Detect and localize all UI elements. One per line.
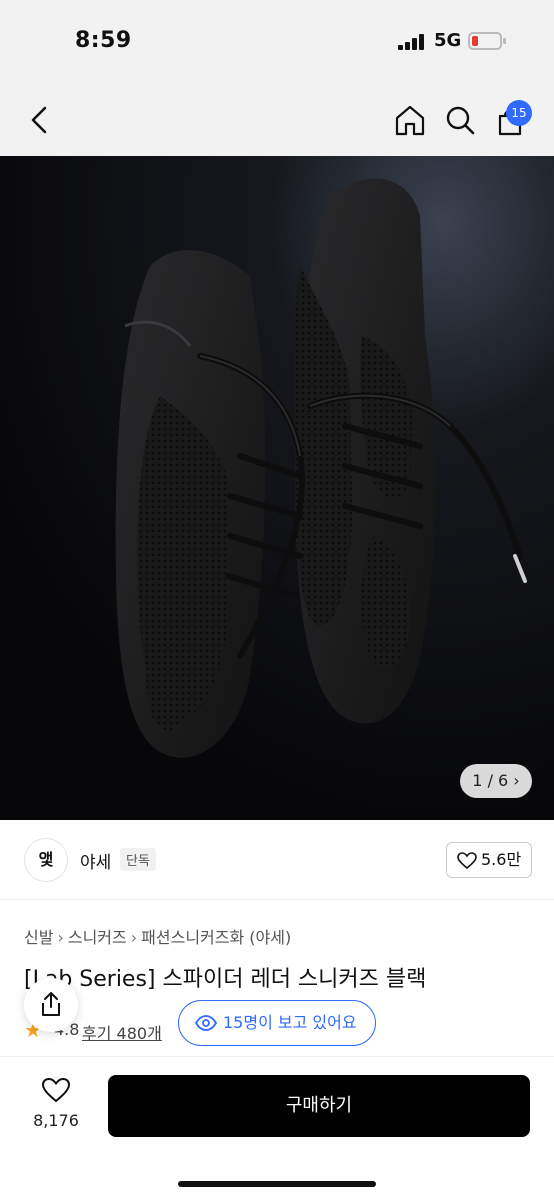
seller-row: 앷 야세 단독 5.6만 bbox=[0, 820, 554, 900]
breadcrumb-item[interactable]: 스니커즈 bbox=[68, 928, 127, 947]
reviews-link[interactable]: 후기 480개 bbox=[82, 1020, 162, 1044]
share-button[interactable] bbox=[24, 978, 78, 1032]
buy-button[interactable]: 구매하기 bbox=[108, 1075, 530, 1137]
chevron-right-icon: › bbox=[57, 928, 64, 947]
home-icon bbox=[395, 105, 425, 136]
eye-icon bbox=[195, 1015, 217, 1031]
heart-icon bbox=[41, 1077, 71, 1103]
image-counter[interactable]: 1 / 6 › bbox=[460, 764, 532, 798]
signal-icon bbox=[398, 34, 428, 50]
nav-bar bbox=[0, 84, 554, 156]
product-image[interactable] bbox=[0, 156, 554, 820]
breadcrumb-item[interactable]: 신발 bbox=[24, 928, 53, 947]
status-time: 8:59 bbox=[75, 28, 132, 53]
home-button[interactable] bbox=[390, 100, 430, 140]
viewers-indicator: 15명이 보고 있어요 bbox=[178, 1000, 376, 1046]
wishlist-button[interactable]: 8,176 bbox=[28, 1077, 84, 1137]
seller-logo[interactable]: 앷 bbox=[24, 838, 68, 882]
network-label: 5G bbox=[434, 30, 462, 51]
sneakers-photo bbox=[0, 156, 554, 820]
breadcrumb: 신발 › 스니커즈 › 패션스니커즈화 (야세) bbox=[24, 924, 291, 948]
chevron-left-icon bbox=[31, 106, 47, 134]
search-button[interactable] bbox=[440, 100, 480, 140]
exclusive-badge: 단독 bbox=[120, 848, 156, 871]
chevron-right-icon: › bbox=[130, 928, 138, 947]
home-indicator bbox=[178, 1181, 376, 1187]
share-icon bbox=[42, 992, 60, 1016]
battery-icon bbox=[468, 32, 506, 50]
viewers-text: 15명이 보고 있어요 bbox=[223, 1013, 357, 1032]
seller-name[interactable]: 야세 bbox=[80, 848, 111, 873]
like-store-button[interactable]: 5.6만 bbox=[446, 842, 532, 878]
product-title: [Lab Series] 스파이더 레더 스니커즈 블랙 bbox=[24, 967, 427, 992]
breadcrumb-item[interactable]: 패션스니커즈화 (야세) bbox=[141, 928, 291, 947]
bottom-action-bar: 8,176 구매하기 bbox=[0, 1056, 554, 1200]
like-count: 5.6만 bbox=[481, 850, 522, 869]
back-button[interactable] bbox=[22, 102, 58, 138]
wishlist-count: 8,176 bbox=[33, 1111, 79, 1130]
search-icon bbox=[446, 106, 475, 135]
status-bar: 8:59 5G bbox=[0, 0, 554, 84]
cart-count-badge: 15 bbox=[506, 100, 532, 126]
heart-icon bbox=[457, 852, 477, 870]
